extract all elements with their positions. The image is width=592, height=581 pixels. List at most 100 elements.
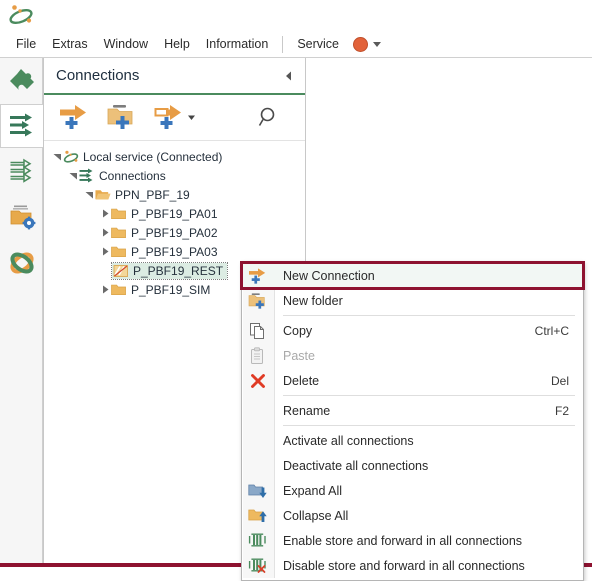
ctx-item-shortcut: Ctrl+C xyxy=(534,323,569,338)
ctx-item-label: Paste xyxy=(283,348,315,363)
tree-node-label: Connections xyxy=(99,168,166,183)
twisty-expanded-icon[interactable] xyxy=(84,187,95,203)
ctx-disable-store-and-forward[interactable]: Disable store and forward in all connect… xyxy=(242,553,583,578)
ctx-new-connection[interactable]: New Connection xyxy=(240,261,585,290)
ctx-item-label: Collapse All xyxy=(283,508,349,523)
folder-plus-icon xyxy=(242,288,273,313)
app-logo-icon xyxy=(8,3,34,27)
tree-node-p-pbf19-pa02[interactable]: P_PBF19_PA02 xyxy=(44,223,305,242)
ctx-item-shortcut: Del xyxy=(550,373,569,388)
ctx-expand-all[interactable]: Expand All xyxy=(242,478,583,503)
menu-information[interactable]: Information xyxy=(198,34,277,54)
arrow-plus-icon xyxy=(58,103,90,134)
ctx-item-label: Disable store and forward in all connect… xyxy=(283,558,525,573)
expand-all-icon xyxy=(242,478,273,503)
ctx-item-label: Enable store and forward in all connecti… xyxy=(283,533,523,548)
folder-icon xyxy=(111,282,127,298)
menu-help[interactable]: Help xyxy=(156,34,198,54)
menu-service[interactable]: Service xyxy=(289,34,347,54)
ctx-item-label: Delete xyxy=(283,373,320,388)
tree-node-label: P_PBF19_PA01 xyxy=(131,206,218,221)
ctx-item-label: Deactivate all connections xyxy=(283,458,429,473)
ctx-item-label: New Connection xyxy=(283,268,375,283)
menu-extras[interactable]: Extras xyxy=(44,34,95,54)
ctx-item-label: New folder xyxy=(283,293,343,308)
ctx-item-label: Expand All xyxy=(283,483,343,498)
folder-icon xyxy=(111,244,127,260)
tree-node-ppn-pbf-19[interactable]: PPN_PBF_19 xyxy=(44,185,305,204)
arrow-template-plus-icon xyxy=(153,103,185,134)
ctx-paste: Paste xyxy=(242,343,583,368)
paste-icon xyxy=(242,343,273,368)
new-connection-button[interactable] xyxy=(54,101,94,135)
titlebar xyxy=(0,0,592,32)
chevron-down-icon[interactable] xyxy=(373,41,381,47)
collapse-all-icon xyxy=(242,503,273,528)
ctx-item-shortcut: F2 xyxy=(554,403,569,418)
tree-node-p-pbf19-pa01[interactable]: P_PBF19_PA01 xyxy=(44,204,305,223)
rail-item-configuration[interactable] xyxy=(2,196,42,240)
store-forward-enable-icon xyxy=(242,528,273,553)
ctx-item-label: Activate all connections xyxy=(283,433,414,448)
new-connection-from-template-button[interactable] xyxy=(148,101,200,135)
tree-node-label: PPN_PBF_19 xyxy=(115,187,190,202)
tree-node-label: Local service (Connected) xyxy=(83,149,223,164)
ctx-new-folder[interactable]: New folder xyxy=(242,288,583,313)
menu-file[interactable]: File xyxy=(8,34,44,54)
tree-node-label: P_PBF19_SIM xyxy=(131,282,211,297)
page-title: Connections xyxy=(56,67,140,84)
tree-node-local-service[interactable]: Local service (Connected) xyxy=(44,147,305,166)
panel-toolbar xyxy=(44,95,305,141)
ctx-collapse-all[interactable]: Collapse All xyxy=(242,503,583,528)
collapse-left-icon[interactable] xyxy=(283,70,295,82)
delete-x-icon xyxy=(242,368,273,393)
chevron-down-icon[interactable] xyxy=(187,111,196,125)
folder-open-icon xyxy=(95,187,111,203)
rail-item-flows[interactable] xyxy=(2,150,42,194)
search-button[interactable] xyxy=(249,101,289,135)
no-icon xyxy=(242,453,273,478)
ctx-item-label: Copy xyxy=(283,323,313,338)
ctx-deactivate-all-connections[interactable]: Deactivate all connections xyxy=(242,453,583,478)
new-folder-button[interactable] xyxy=(102,101,142,135)
ctx-enable-store-and-forward[interactable]: Enable store and forward in all connecti… xyxy=(242,528,583,553)
folder-gear-icon xyxy=(8,203,36,234)
sync-loop-icon xyxy=(8,249,36,280)
twisty-expanded-icon[interactable] xyxy=(68,168,79,184)
twisty-collapsed-icon[interactable] xyxy=(100,244,111,260)
connection-inactive-icon xyxy=(113,263,129,279)
context-menu-separator xyxy=(283,395,575,396)
menubar: File Extras Window Help Information Serv… xyxy=(0,31,592,58)
folder-icon xyxy=(111,225,127,241)
menu-window[interactable]: Window xyxy=(96,34,156,54)
connections-arrows-icon xyxy=(79,168,95,184)
tree-node-p-pbf19-pa03[interactable]: P_PBF19_PA03 xyxy=(44,242,305,261)
ctx-rename[interactable]: Rename F2 xyxy=(242,398,583,423)
puzzle-icon xyxy=(8,67,36,98)
service-node-icon xyxy=(63,149,79,165)
ctx-copy[interactable]: Copy Ctrl+C xyxy=(242,318,583,343)
twisty-expanded-icon[interactable] xyxy=(52,149,63,165)
twisty-none xyxy=(100,263,111,279)
no-icon xyxy=(242,398,273,423)
folder-icon xyxy=(111,206,127,222)
folder-plus-icon xyxy=(106,103,138,134)
rail-item-puzzle[interactable] xyxy=(2,60,42,104)
twisty-collapsed-icon[interactable] xyxy=(100,206,111,222)
tree-node-label: P_PBF19_PA03 xyxy=(131,244,218,259)
ctx-delete[interactable]: Delete Del xyxy=(242,368,583,393)
flow-arrows-icon xyxy=(9,158,35,187)
tree-node-connections[interactable]: Connections xyxy=(44,166,305,185)
twisty-collapsed-icon[interactable] xyxy=(100,282,111,298)
store-forward-disable-icon xyxy=(242,553,273,578)
ctx-activate-all-connections[interactable]: Activate all connections xyxy=(242,428,583,453)
rail-item-sync[interactable] xyxy=(2,242,42,286)
tree-node-label: P_PBF19_PA02 xyxy=(131,225,218,240)
twisty-collapsed-icon[interactable] xyxy=(100,225,111,241)
arrow-plus-icon xyxy=(242,263,273,288)
no-icon xyxy=(242,428,273,453)
panel-header: Connections xyxy=(44,58,305,95)
context-menu[interactable]: New Connection New folder Copy Ctrl+C Pa… xyxy=(240,261,585,581)
service-status-indicator[interactable] xyxy=(353,36,368,52)
rail-item-connections[interactable] xyxy=(0,104,43,148)
